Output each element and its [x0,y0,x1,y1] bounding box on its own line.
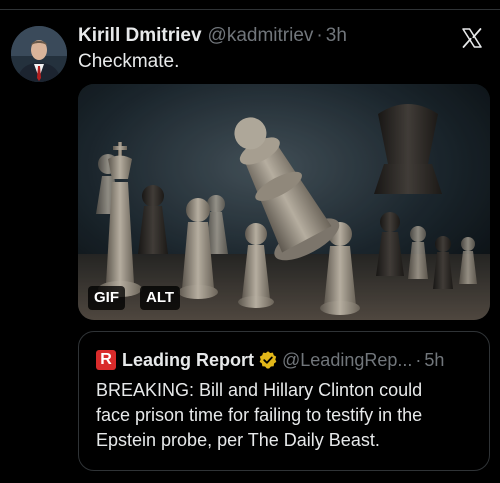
quoted-text-line: face prison time for failing to testify … [96,405,423,425]
quoted-text-line: BREAKING: Bill and Hillary Clinton could [96,380,423,400]
alt-badge[interactable]: ALT [140,286,181,310]
avatar[interactable] [11,26,67,82]
quoted-post[interactable]: R Leading Report @LeadingRep... · 5h BRE… [78,331,490,471]
gif-media[interactable] [78,84,490,320]
separator-dot: · [316,25,323,46]
quoted-author-handle[interactable]: @LeadingRep... [282,350,412,371]
quoted-author-name[interactable]: Leading Report [122,350,254,371]
post-header: Kirill Dmitriev @kadmitriev · 3h [78,24,347,48]
top-divider [0,9,500,10]
quoted-timestamp[interactable]: 5h [424,350,444,371]
quoted-post-text: BREAKING: Bill and Hillary Clinton could… [96,378,481,453]
author-name[interactable]: Kirill Dmitriev [78,25,202,47]
post-timestamp[interactable]: 3h [326,25,347,47]
person-avatar-icon [11,26,67,82]
quoted-text-line: Epstein probe, per The Daily Beast. [96,430,380,450]
leading-report-logo-icon: R [96,350,116,370]
quoted-post-header: R Leading Report @LeadingRep... · 5h [96,349,444,371]
post-text: Checkmate. [78,51,180,72]
x-logo-icon[interactable] [460,26,484,50]
verified-badge-icon [259,351,277,369]
quoted-separator-dot: · [415,349,422,370]
chess-scene-image [78,84,490,320]
author-handle[interactable]: @kadmitriev [208,25,314,47]
gif-badge: GIF [88,286,125,310]
